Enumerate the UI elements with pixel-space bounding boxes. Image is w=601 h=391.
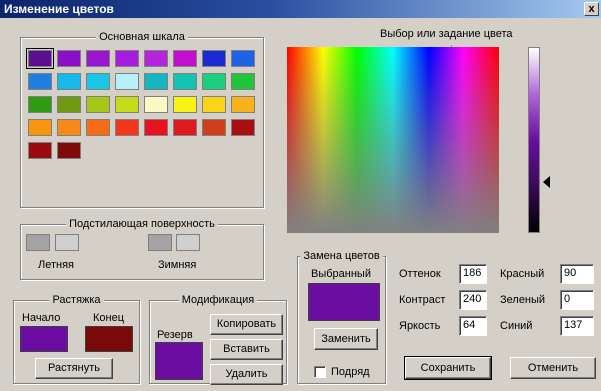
palette-swatch[interactable] [57,96,81,113]
replace-button[interactable]: Заменить [314,328,378,350]
color-spectrum[interactable] [287,47,499,233]
hue-field[interactable]: 186 [459,264,487,284]
stretch-button[interactable]: Растянуть [35,358,113,379]
palette-swatch[interactable] [173,119,197,136]
winter-label: Зимняя [158,259,197,271]
palette-swatch[interactable] [231,119,255,136]
contrast-field[interactable]: 240 [459,290,487,310]
hue-label: Оттенок [399,268,441,280]
palette-swatch[interactable] [202,119,226,136]
cancel-button[interactable]: Отменить [510,357,596,379]
close-icon: x [588,3,595,15]
palette-swatch[interactable] [28,142,52,159]
copy-button[interactable]: Копировать [210,314,283,335]
palette-swatch[interactable] [115,73,139,90]
red-label: Красный [500,268,545,280]
row-checkbox[interactable] [314,366,326,378]
stretch-start-label: Начало [22,312,61,324]
selected-label: Выбранный [311,268,371,280]
modify-label: Модификация [178,294,258,306]
stretch-end-swatch[interactable] [85,326,133,352]
stretch-end-label: Конец [93,312,125,324]
spectrum-crosshair-icon[interactable]: + [449,44,454,53]
blue-label: Синий [500,320,533,332]
contrast-label: Контраст [399,294,446,306]
summer-swatch-1[interactable] [26,234,50,251]
brightness-field[interactable]: 64 [459,316,487,336]
palette-swatch[interactable] [144,50,168,67]
reserve-swatch[interactable] [155,342,203,380]
paste-button[interactable]: Вставить [210,339,283,360]
palette-swatch[interactable] [57,73,81,90]
palette-swatch[interactable] [28,73,52,90]
summer-label: Летняя [38,259,74,271]
palette-swatch[interactable] [173,50,197,67]
brightness-label: Яркость [399,320,441,332]
palette-swatch[interactable] [173,96,197,113]
stretch-label: Растяжка [49,294,104,306]
green-field[interactable]: 0 [560,290,594,310]
row-label: Подряд [331,366,370,378]
palette-swatch[interactable] [28,119,52,136]
palette-swatch[interactable] [57,50,81,67]
palette-swatch[interactable] [173,73,197,90]
palette-swatch[interactable] [202,96,226,113]
window-titlebar: Изменение цветов x [0,0,601,18]
summer-swatch-2[interactable] [55,234,79,251]
palette-swatch[interactable] [86,50,110,67]
blue-field[interactable]: 137 [560,316,594,336]
winter-swatch-1[interactable] [148,234,172,251]
palette-swatch[interactable] [115,96,139,113]
palette-swatch[interactable] [202,73,226,90]
surface-group: Подстилающая поверхность [20,218,264,280]
palette-swatch[interactable] [86,96,110,113]
window-title: Изменение цветов [4,2,114,16]
palette-swatch[interactable] [28,96,52,113]
palette-swatch[interactable] [231,50,255,67]
palette-swatch[interactable] [115,50,139,67]
surface-label: Подстилающая поверхность [66,218,218,230]
spectrum-label: Выбор или задание цвета [380,28,513,40]
red-field[interactable]: 90 [560,264,594,284]
close-button[interactable]: x [584,2,599,16]
winter-swatch-2[interactable] [176,234,200,251]
palette-swatch[interactable] [231,73,255,90]
palette-swatch[interactable] [57,142,81,159]
selected-swatch[interactable] [308,283,380,321]
save-button[interactable]: Сохранить [404,356,492,380]
luminance-bar[interactable] [528,47,540,233]
green-label: Зеленый [500,294,546,306]
palette-swatch[interactable] [26,48,54,69]
reserve-label: Резерв [157,329,193,341]
palette-swatch[interactable] [202,50,226,67]
palette-swatch[interactable] [144,119,168,136]
palette-swatch[interactable] [231,96,255,113]
palette-swatch[interactable] [144,96,168,113]
palette-swatch[interactable] [144,73,168,90]
delete-button[interactable]: Удалить [210,364,283,385]
palette-swatch[interactable] [86,73,110,90]
stretch-start-swatch[interactable] [20,326,68,352]
luminance-arrow-icon[interactable] [543,176,550,188]
palette-swatch[interactable] [115,119,139,136]
palette-swatch[interactable] [57,119,81,136]
replace-label: Замена цветов [300,250,383,262]
basic-palette-label: Основная шкала [96,31,188,43]
palette-swatch[interactable] [86,119,110,136]
